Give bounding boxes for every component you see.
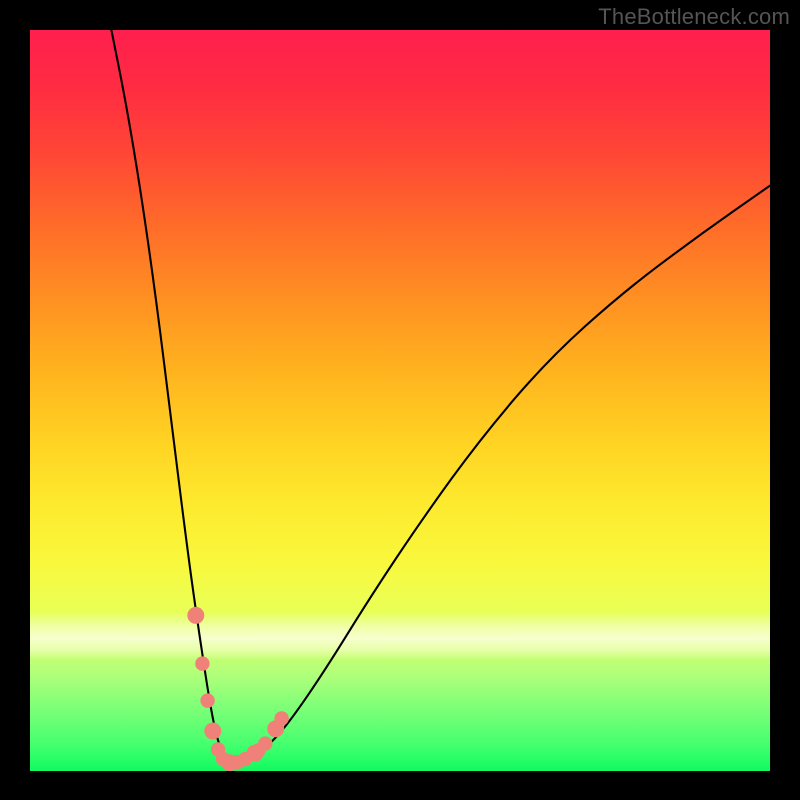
- marker-point: [187, 607, 204, 624]
- marker-point: [258, 736, 272, 750]
- marker-point: [204, 723, 221, 740]
- marker-point: [274, 711, 288, 725]
- watermark-label: TheBottleneck.com: [598, 4, 790, 30]
- marker-group: [187, 607, 289, 771]
- bottleneck-curve: [111, 30, 770, 763]
- marker-point: [195, 656, 209, 670]
- curve-svg: [30, 30, 770, 771]
- chart-frame: TheBottleneck.com: [0, 0, 800, 800]
- plot-area: [30, 30, 770, 771]
- marker-point: [200, 693, 214, 707]
